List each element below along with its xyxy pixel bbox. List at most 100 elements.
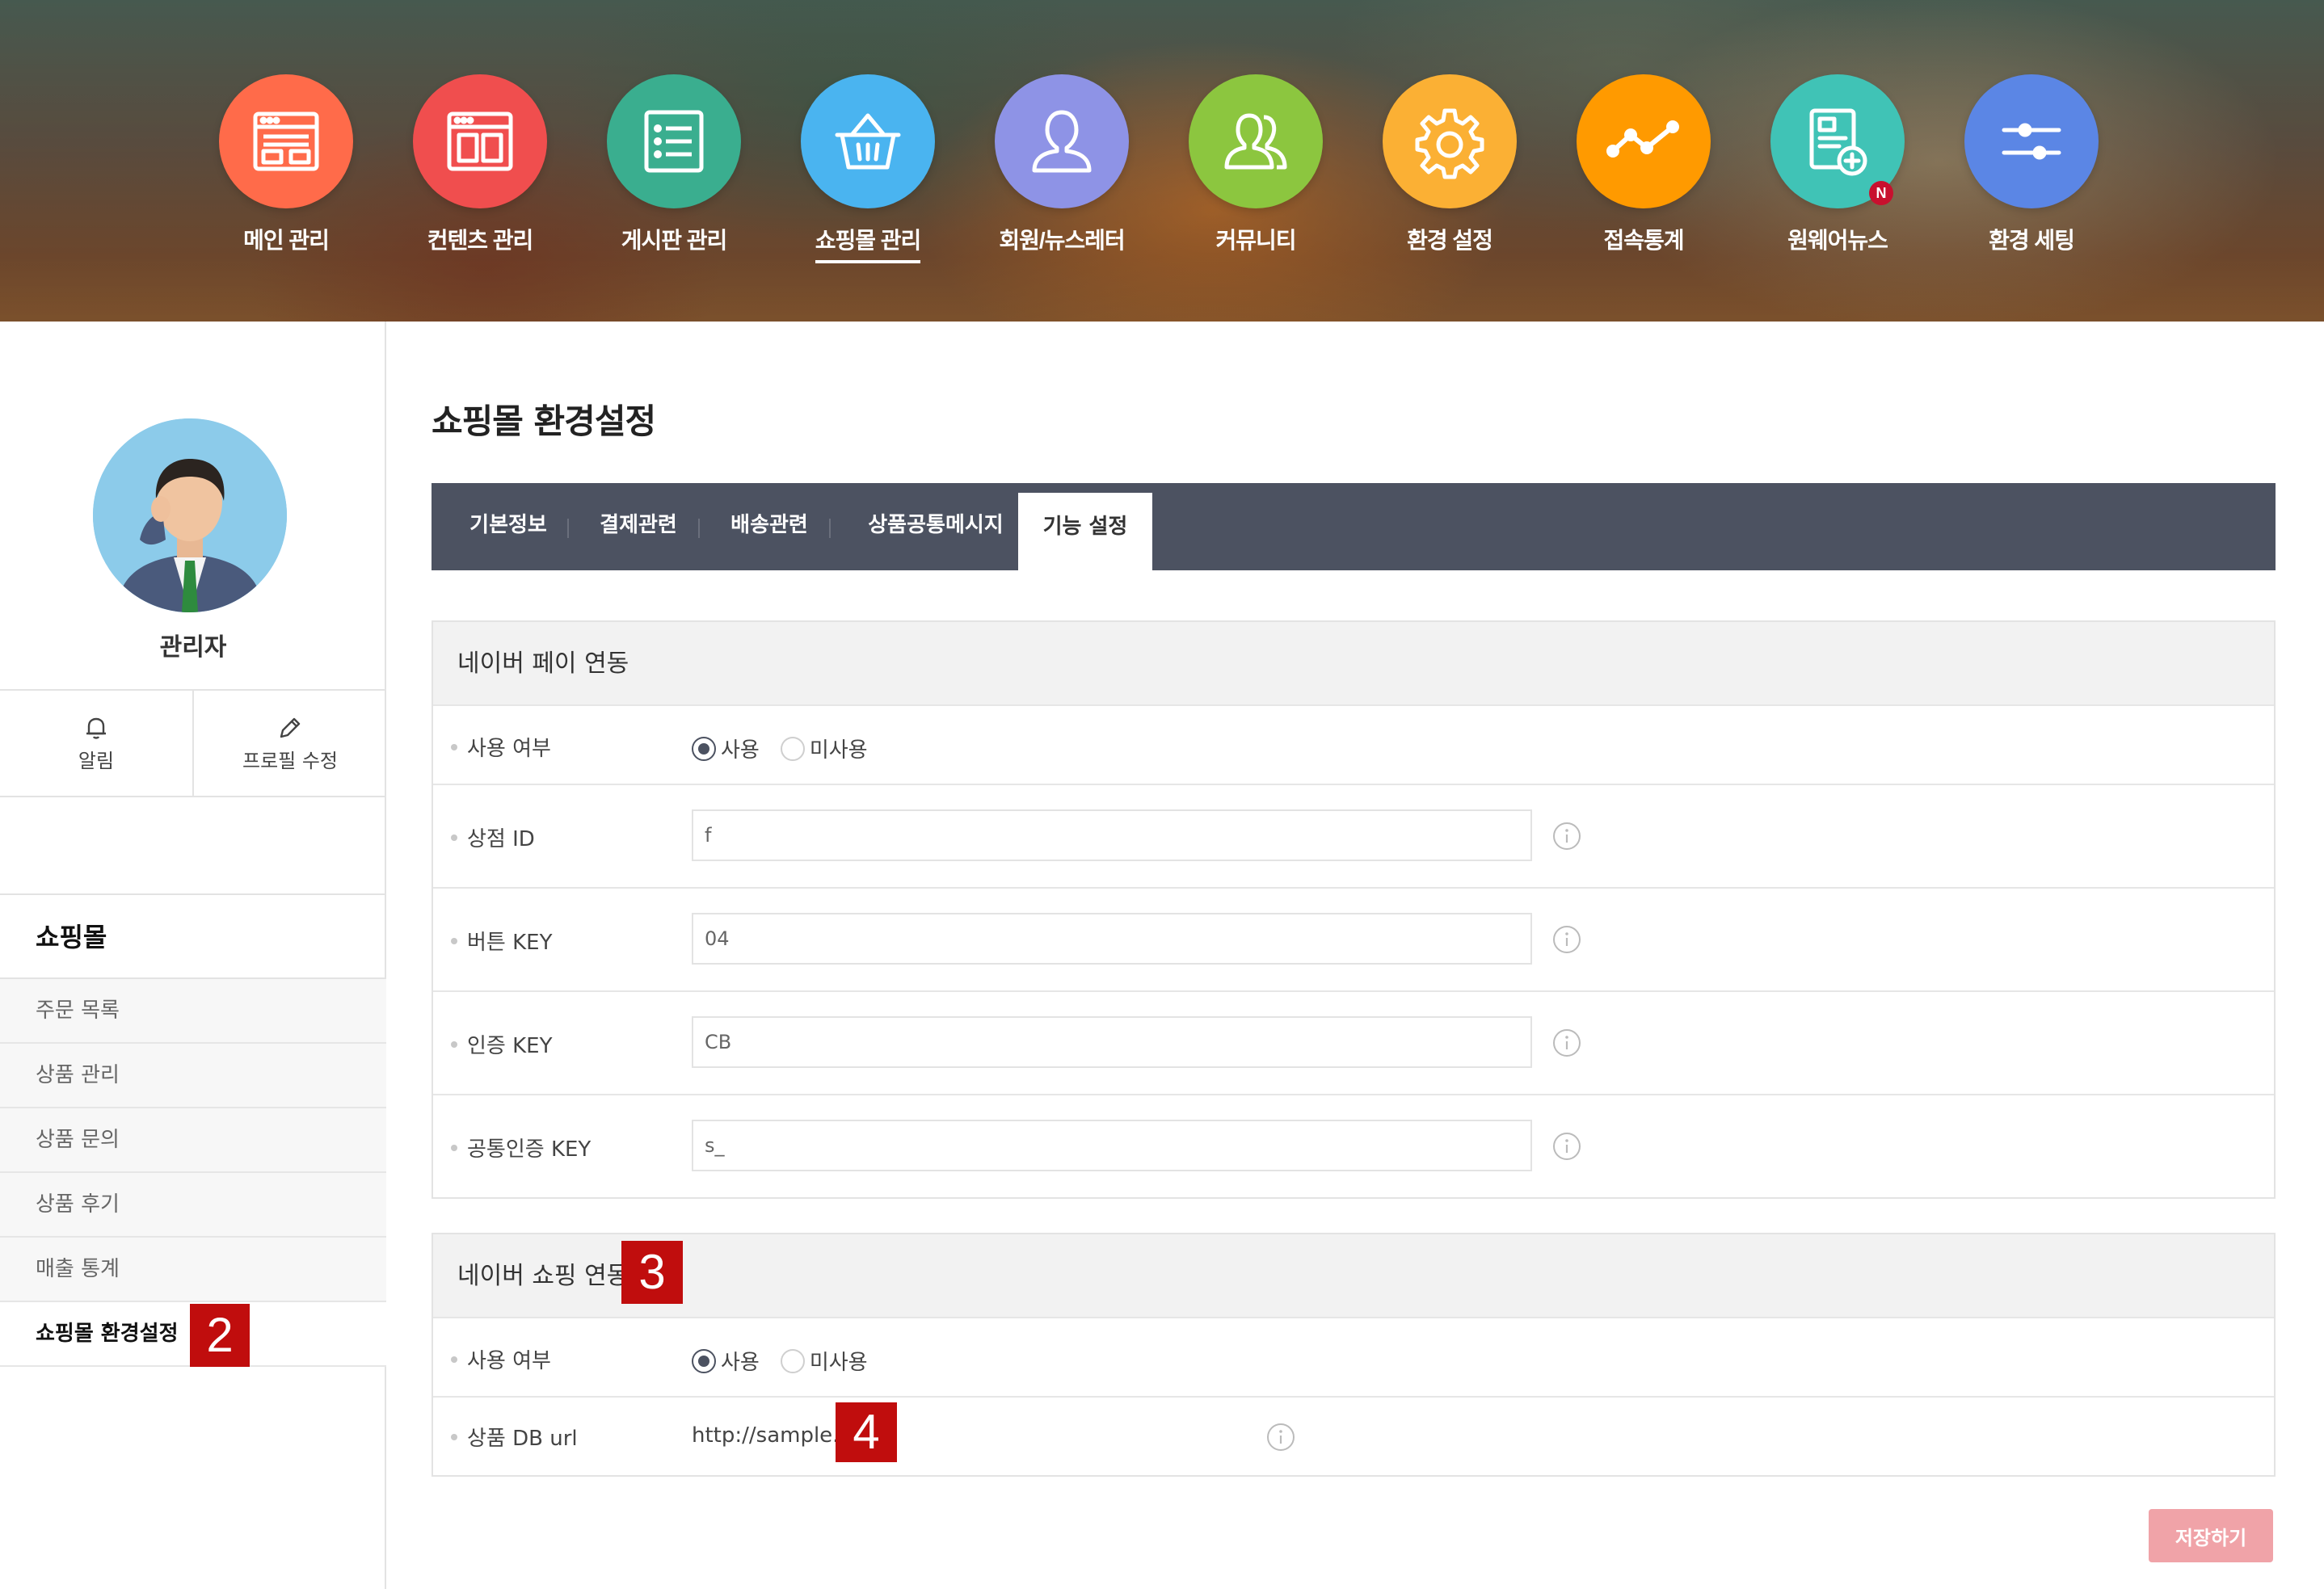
radio-use-label: 사용 (721, 738, 760, 763)
browser-window-icon (413, 74, 547, 208)
nav-oneware-news[interactable]: N 원웨어뉴스 (1757, 74, 1918, 260)
nav-content-management[interactable]: 컨텐츠 관리 (399, 74, 561, 260)
list-icon (607, 74, 741, 208)
layout-icon (219, 74, 353, 208)
annotation-marker: 4 (836, 1402, 897, 1462)
radio-not-use-label: 미사용 (809, 738, 868, 763)
nav-label: 환경 세팅 (1989, 228, 2075, 253)
naver-pay-panel: 네이버 페이 연동 사용 여부 사용 미사용 상점 ID 버튼 KEY 인증 K… (432, 620, 2276, 1199)
store-id-row: 상점 ID (433, 785, 2274, 889)
naver-shopping-use-row: 사용 여부 사용 미사용 (433, 1318, 2274, 1398)
tab-divider (698, 519, 700, 538)
annotation-marker: 2 (190, 1304, 250, 1367)
naver-shopping-use-radio-group: 사용 미사용 (692, 1346, 889, 1376)
notifications-label: 알림 (78, 749, 115, 772)
auth-key-label: 인증 KEY (450, 1029, 552, 1059)
info-icon[interactable] (1265, 1422, 1296, 1452)
button-key-row: 버튼 KEY (433, 889, 2274, 992)
tab-feature-settings[interactable]: 기능 설정 (1018, 493, 1152, 570)
nav-board-management[interactable]: 게시판 관리 (593, 74, 755, 260)
bell-icon (86, 717, 106, 739)
sidebar-menu: 쇼핑몰 주문 목록 상품 관리 상품 문의 상품 후기 매출 통계 쇼핑몰 환경… (0, 893, 386, 1367)
auth-key-row: 인증 KEY (433, 992, 2274, 1095)
edit-profile-button[interactable]: 프로필 수정 (192, 691, 386, 796)
naver-shopping-title: 네이버 쇼핑 연동 (433, 1234, 2274, 1318)
nav-label: 회원/뉴스레터 (999, 228, 1125, 253)
radio-not-use[interactable] (780, 736, 805, 761)
nav-community[interactable]: 커뮤니티 (1175, 74, 1337, 260)
common-auth-key-input[interactable] (692, 1120, 1532, 1171)
sidebar-item-product-review[interactable]: 상품 후기 (0, 1173, 386, 1238)
naver-shopping-panel: 네이버 쇼핑 연동 사용 여부 사용 미사용 상품 DB url http://… (432, 1233, 2276, 1477)
nav-label: 원웨어뉴스 (1787, 228, 1888, 253)
nav-label: 게시판 관리 (621, 228, 728, 253)
annotation-marker: 3 (621, 1241, 683, 1304)
nav-environment-setup[interactable]: 환경 세팅 (1951, 74, 2112, 260)
info-icon[interactable] (1551, 821, 1582, 851)
settings-tabs: 기본정보 결제관련 배송관련 상품공통메시지 기능 설정 (432, 483, 2276, 570)
users-icon (1189, 74, 1323, 208)
profile-actions: 알림 프로필 수정 (0, 689, 386, 797)
tab-divider (829, 519, 831, 538)
info-icon[interactable] (1551, 1028, 1582, 1058)
tab-shipping[interactable]: 배송관련 (724, 483, 815, 570)
shopping-basket-icon (801, 74, 935, 208)
sliders-icon (1964, 74, 2099, 208)
radio-not-use-label: 미사용 (809, 1351, 868, 1375)
info-icon[interactable] (1551, 924, 1582, 955)
radio-use[interactable] (692, 736, 716, 761)
nav-shopping-management[interactable]: 쇼핑몰 관리 (787, 74, 949, 263)
radio-use[interactable] (692, 1348, 716, 1373)
nav-access-statistics[interactable]: 접속통계 (1563, 74, 1724, 260)
info-icon[interactable] (1551, 1131, 1582, 1162)
news-add-icon: N (1770, 74, 1905, 208)
nav-main-management[interactable]: 메인 관리 (205, 74, 367, 260)
common-auth-key-label: 공통인증 KEY (450, 1133, 591, 1162)
sidebar-menu-title: 쇼핑몰 (0, 895, 386, 979)
button-key-label: 버튼 KEY (450, 926, 552, 956)
naver-pay-title: 네이버 페이 연동 (433, 622, 2274, 706)
new-badge: N (1869, 181, 1893, 205)
nav-label: 커뮤니티 (1215, 228, 1296, 253)
tab-product-common-message[interactable]: 상품공통메시지 (855, 483, 1017, 570)
product-db-url-value: http://sample. (692, 1423, 840, 1448)
avatar (93, 418, 287, 612)
tab-basic-info[interactable]: 기본정보 (464, 483, 553, 570)
sidebar-item-sales-statistics[interactable]: 매출 통계 (0, 1238, 386, 1302)
sidebar: 관리자 알림 프로필 수정 쇼핑몰 주문 목록 상품 관리 상품 문의 상품 후… (0, 322, 386, 1589)
product-db-url-label: 상품 DB url (451, 1422, 578, 1452)
store-id-label: 상점 ID (451, 822, 535, 852)
button-key-input[interactable] (692, 913, 1532, 965)
nav-label: 컨텐츠 관리 (427, 228, 534, 253)
tab-divider (567, 519, 569, 538)
page-title: 쇼핑몰 환경설정 (432, 401, 656, 441)
sidebar-item-product-inquiry[interactable]: 상품 문의 (0, 1108, 386, 1173)
nav-label: 접속통계 (1603, 228, 1684, 253)
edit-profile-label: 프로필 수정 (242, 749, 339, 772)
nav-environment-settings[interactable]: 환경 설정 (1369, 74, 1530, 260)
profile-name: 관리자 (159, 633, 227, 662)
store-id-input[interactable] (692, 809, 1532, 861)
top-nav: 메인 관리 컨텐츠 관리 게시판 관리 쇼핑몰 관리 회원/뉴스레터 커뮤니티 … (0, 0, 2324, 322)
naver-pay-use-row: 사용 여부 사용 미사용 (433, 706, 2274, 785)
use-label: 사용 여부 (451, 732, 551, 762)
use-label: 사용 여부 (451, 1344, 551, 1374)
sidebar-item-order-list[interactable]: 주문 목록 (0, 979, 386, 1044)
nav-label: 환경 설정 (1407, 228, 1493, 253)
radio-not-use[interactable] (780, 1348, 805, 1373)
tab-payment[interactable]: 결제관련 (593, 483, 684, 570)
save-button[interactable]: 저장하기 (2149, 1509, 2273, 1562)
sidebar-item-product-management[interactable]: 상품 관리 (0, 1044, 386, 1108)
nav-label: 쇼핑몰 관리 (815, 223, 921, 263)
naver-pay-use-radio-group: 사용 미사용 (692, 734, 889, 763)
top-banner: 메인 관리 컨텐츠 관리 게시판 관리 쇼핑몰 관리 회원/뉴스레터 커뮤니티 … (0, 0, 2324, 322)
radio-use-label: 사용 (721, 1351, 760, 1375)
line-chart-icon (1577, 74, 1711, 208)
user-icon (995, 74, 1129, 208)
notifications-button[interactable]: 알림 (0, 691, 192, 796)
auth-key-input[interactable] (692, 1016, 1532, 1068)
product-db-url-row: 상품 DB url http://sample. (433, 1398, 2274, 1475)
nav-member-newsletter[interactable]: 회원/뉴스레터 (981, 74, 1143, 260)
pencil-icon (280, 717, 301, 738)
common-auth-key-row: 공통인증 KEY (433, 1095, 2274, 1199)
